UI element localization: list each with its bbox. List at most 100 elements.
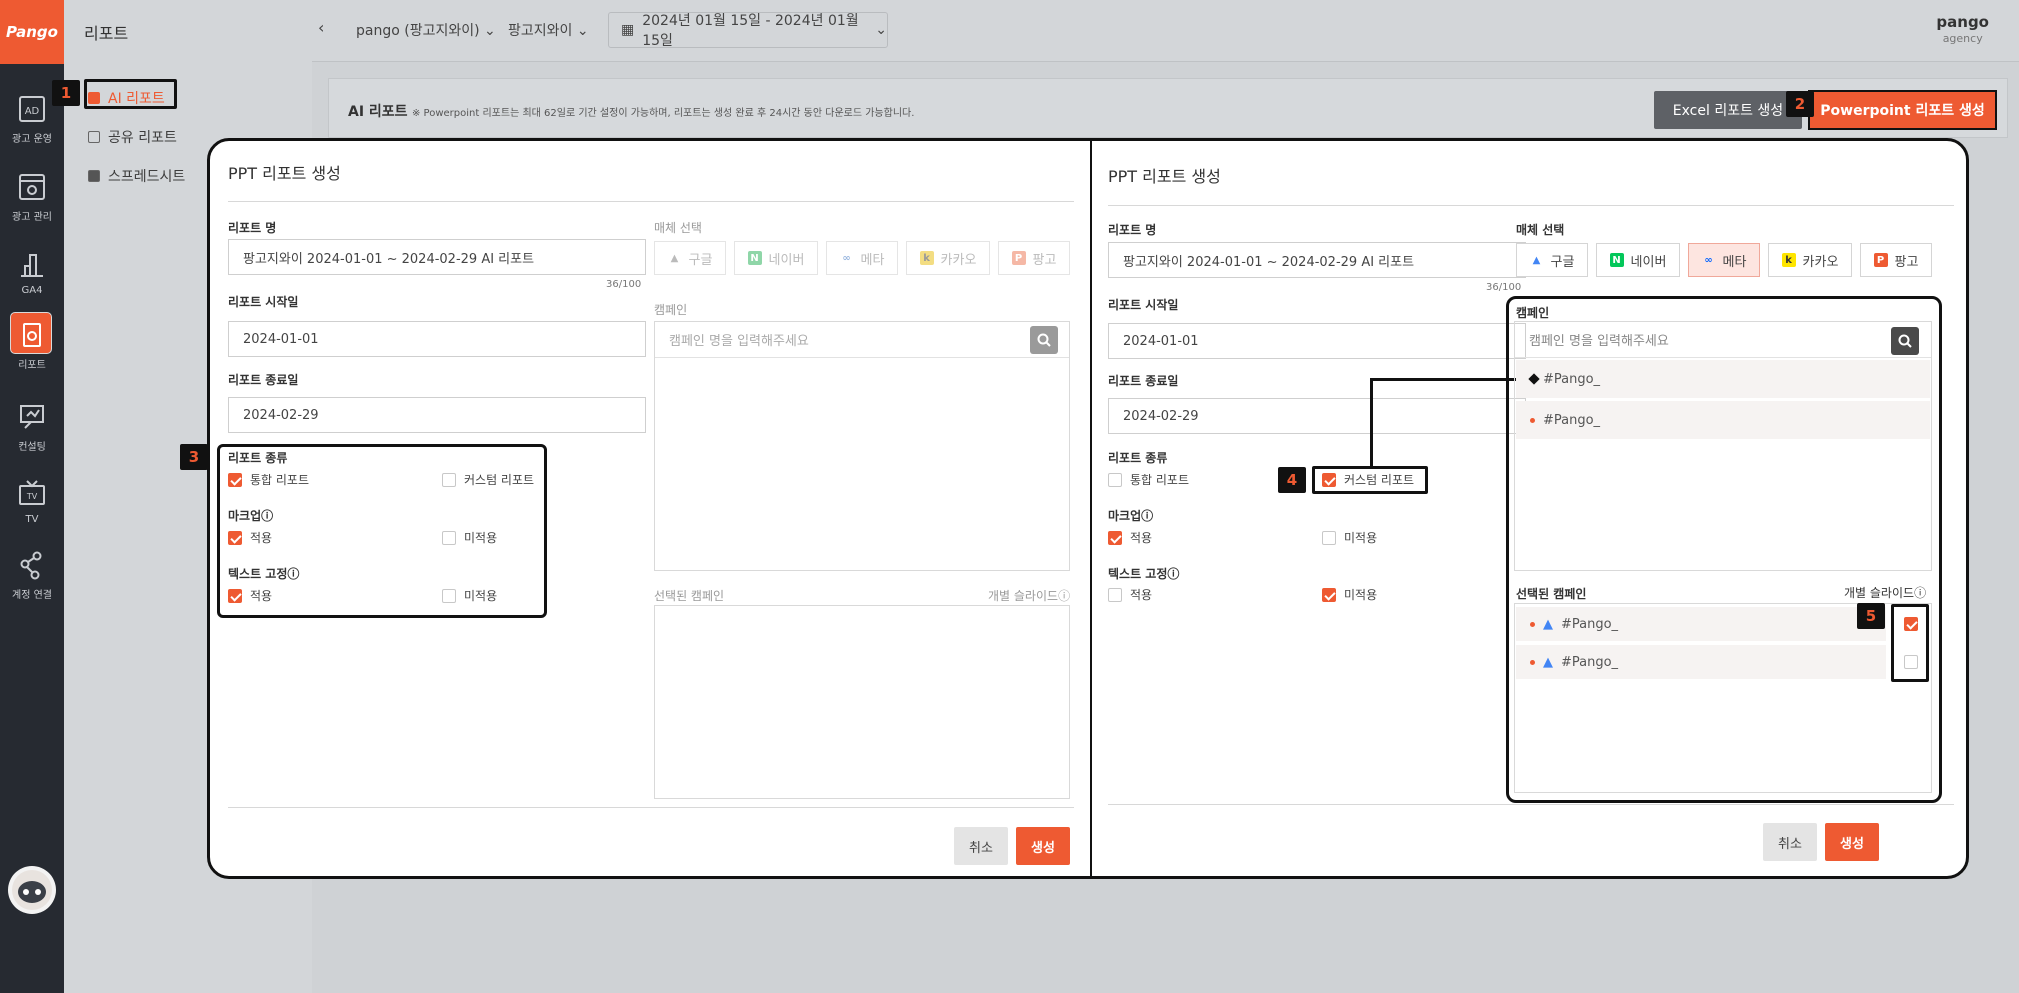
rail-item-ga4[interactable]: GA4 (0, 239, 64, 311)
char-counter: 36/100 (1486, 282, 1522, 293)
svg-text:AD: AD (25, 106, 40, 117)
left-rail: Pango AD 광고 운영 광고 관리 GA4 리포트 컨설팅 TV TV 계… (0, 0, 64, 993)
pango-icon: P (1011, 251, 1026, 265)
media-kakao[interactable]: k 카카오 (906, 241, 990, 275)
media-meta[interactable]: ∞ 메타 (1688, 243, 1760, 277)
checkbox-unchecked[interactable] (1108, 472, 1122, 487)
date-range-value: 2024년 01월 15일 - 2024년 01월 15일 (642, 13, 859, 49)
report-name-label: 리포트 명 (1108, 223, 1157, 237)
media-label-text: 네이버 (768, 252, 805, 268)
rail-label: 광고 운영 (12, 134, 52, 145)
media-pango[interactable]: P 팡고 (998, 241, 1070, 275)
info-icon[interactable]: ⓘ (1141, 509, 1153, 523)
sidebar-item-label: 공유 리포트 (108, 130, 177, 146)
media-meta[interactable]: ∞ 메타 (826, 241, 898, 275)
rail-item-consulting[interactable]: 컨설팅 (0, 392, 64, 464)
ppt-report-button[interactable]: Powerpoint 리포트 생성 (1808, 90, 1997, 130)
media-pango[interactable]: P 팡고 (1860, 243, 1932, 277)
markup-not-apply-checkbox[interactable]: 미적용 (1322, 529, 1377, 546)
cancel-button[interactable]: 취소 (954, 827, 1008, 865)
cancel-button[interactable]: 취소 (1763, 823, 1817, 861)
create-button[interactable]: 생성 (1825, 823, 1879, 861)
page-note: ※ Powerpoint 리포트는 최대 62일로 기간 설정이 가능하며, 리… (412, 108, 915, 119)
bar-chart-icon (21, 254, 43, 277)
start-date-input[interactable]: 2024-01-01 (1108, 323, 1526, 359)
type-integrated-checkbox[interactable]: 통합 리포트 (1108, 471, 1189, 488)
end-date-input[interactable]: 2024-02-29 (228, 397, 646, 433)
media-naver[interactable]: N 네이버 (1596, 243, 1680, 277)
markup-apply-checkbox[interactable]: 적용 (1108, 529, 1152, 546)
chevron-down-icon: ⌄ (875, 22, 887, 38)
sidebar-item-label: 스프레드시트 (108, 169, 186, 185)
media-label-text: 팡고 (1032, 252, 1057, 268)
rail-label: 리포트 (18, 360, 46, 371)
collapse-chevron-icon[interactable]: ‹ (318, 18, 324, 37)
sidebar-title: 리포트 (84, 24, 129, 43)
campaign-label: 캠페인 (654, 303, 688, 317)
media-label-text: 네이버 (1630, 254, 1667, 270)
search-button[interactable] (1030, 326, 1058, 354)
textfix-not-apply-checkbox[interactable]: 미적용 (1322, 586, 1377, 603)
media-naver[interactable]: N 네이버 (734, 241, 818, 275)
brand-dropdown[interactable]: 팡고지와이 ⌄ (508, 20, 589, 40)
checkbox-checked[interactable] (1322, 587, 1336, 602)
robot-icon (12, 870, 52, 910)
media-label-text: 메타 (860, 252, 885, 268)
rail-item-report[interactable]: 리포트 (0, 310, 64, 382)
media-google[interactable]: ▲ 구글 (654, 241, 726, 275)
highlight-report-options (217, 444, 547, 618)
date-range-picker[interactable]: ▦ 2024년 01월 15일 - 2024년 01월 15일 ⌄ (608, 12, 888, 49)
media-google[interactable]: ▲ 구글 (1516, 243, 1588, 277)
rail-item-tv[interactable]: TV TV (0, 468, 64, 540)
rail-item-ad-management[interactable]: 광고 관리 (0, 162, 64, 234)
option-label: 적용 (1130, 588, 1153, 602)
campaign-search-input[interactable]: 캠페인 명을 입력해주세요 (655, 322, 1069, 358)
divider (1108, 205, 1954, 206)
textfix-apply-checkbox[interactable]: 적용 (1108, 586, 1152, 603)
media-label-text: 카카오 (1802, 254, 1839, 270)
excel-report-button[interactable]: Excel 리포트 생성 (1654, 91, 1802, 129)
info-icon[interactable]: ⓘ (1167, 567, 1179, 581)
info-icon[interactable]: ⓘ (1058, 589, 1070, 603)
start-date-label: 리포트 시작일 (228, 295, 299, 309)
checkbox-unchecked[interactable] (1322, 530, 1336, 545)
media-label-text: 구글 (1550, 254, 1575, 270)
option-label: 미적용 (1344, 588, 1378, 602)
char-counter: 36/100 (606, 279, 642, 290)
divider (1108, 804, 1954, 805)
create-button[interactable]: 생성 (1016, 827, 1070, 865)
app-logo[interactable]: Pango (0, 0, 64, 64)
highlight-ai-report (84, 79, 177, 109)
media-label-text: 구글 (688, 252, 713, 268)
chatbot-avatar[interactable] (8, 866, 56, 914)
sidebar-item-spreadsheet[interactable]: 스프레드시트 (88, 166, 185, 186)
left-panel: PPT 리포트 생성 리포트 명 팡고지와이 2024-01-01 ~ 2024… (210, 141, 1088, 876)
rail-label: 계정 연결 (12, 590, 52, 601)
page-title: AI 리포트 (348, 104, 408, 120)
media-kakao[interactable]: k 카카오 (1768, 243, 1852, 277)
report-name-input[interactable]: 팡고지와이 2024-01-01 ~ 2024-02-29 AI 리포트 (228, 239, 646, 275)
end-date-input[interactable]: 2024-02-29 (1108, 398, 1526, 434)
checkbox-unchecked[interactable] (1108, 587, 1122, 602)
markup-label: 마크업ⓘ (1108, 509, 1154, 523)
checkbox-checked[interactable] (1108, 530, 1122, 545)
media-label-text: 카카오 (940, 252, 977, 268)
highlight-custom-report (1312, 466, 1428, 494)
media-label: 매체 선택 (1516, 223, 1565, 237)
chevron-down-icon: ⌄ (484, 23, 496, 39)
user-role: agency (1942, 32, 1983, 45)
rail-item-account-link[interactable]: 계정 연결 (0, 540, 64, 612)
user-name: pango (1936, 13, 1989, 31)
spreadsheet-icon (88, 170, 100, 182)
user-info[interactable]: pango agency (1936, 14, 1989, 47)
slide-label: 개별 슬라이드ⓘ (988, 589, 1071, 603)
selected-campaign-list (654, 605, 1070, 799)
report-name-input[interactable]: 팡고지와이 2024-01-01 ~ 2024-02-29 AI 리포트 (1108, 242, 1526, 278)
gear-window-icon (19, 174, 45, 200)
sidebar-item-shared-report[interactable]: 공유 리포트 (88, 127, 177, 147)
dialog-title: PPT 리포트 생성 (1108, 167, 1221, 186)
account-dropdown[interactable]: pango (팡고지와이) ⌄ (356, 20, 496, 40)
pango-icon: P (1873, 253, 1888, 267)
ad-icon: AD (19, 96, 45, 122)
start-date-input[interactable]: 2024-01-01 (228, 321, 646, 357)
